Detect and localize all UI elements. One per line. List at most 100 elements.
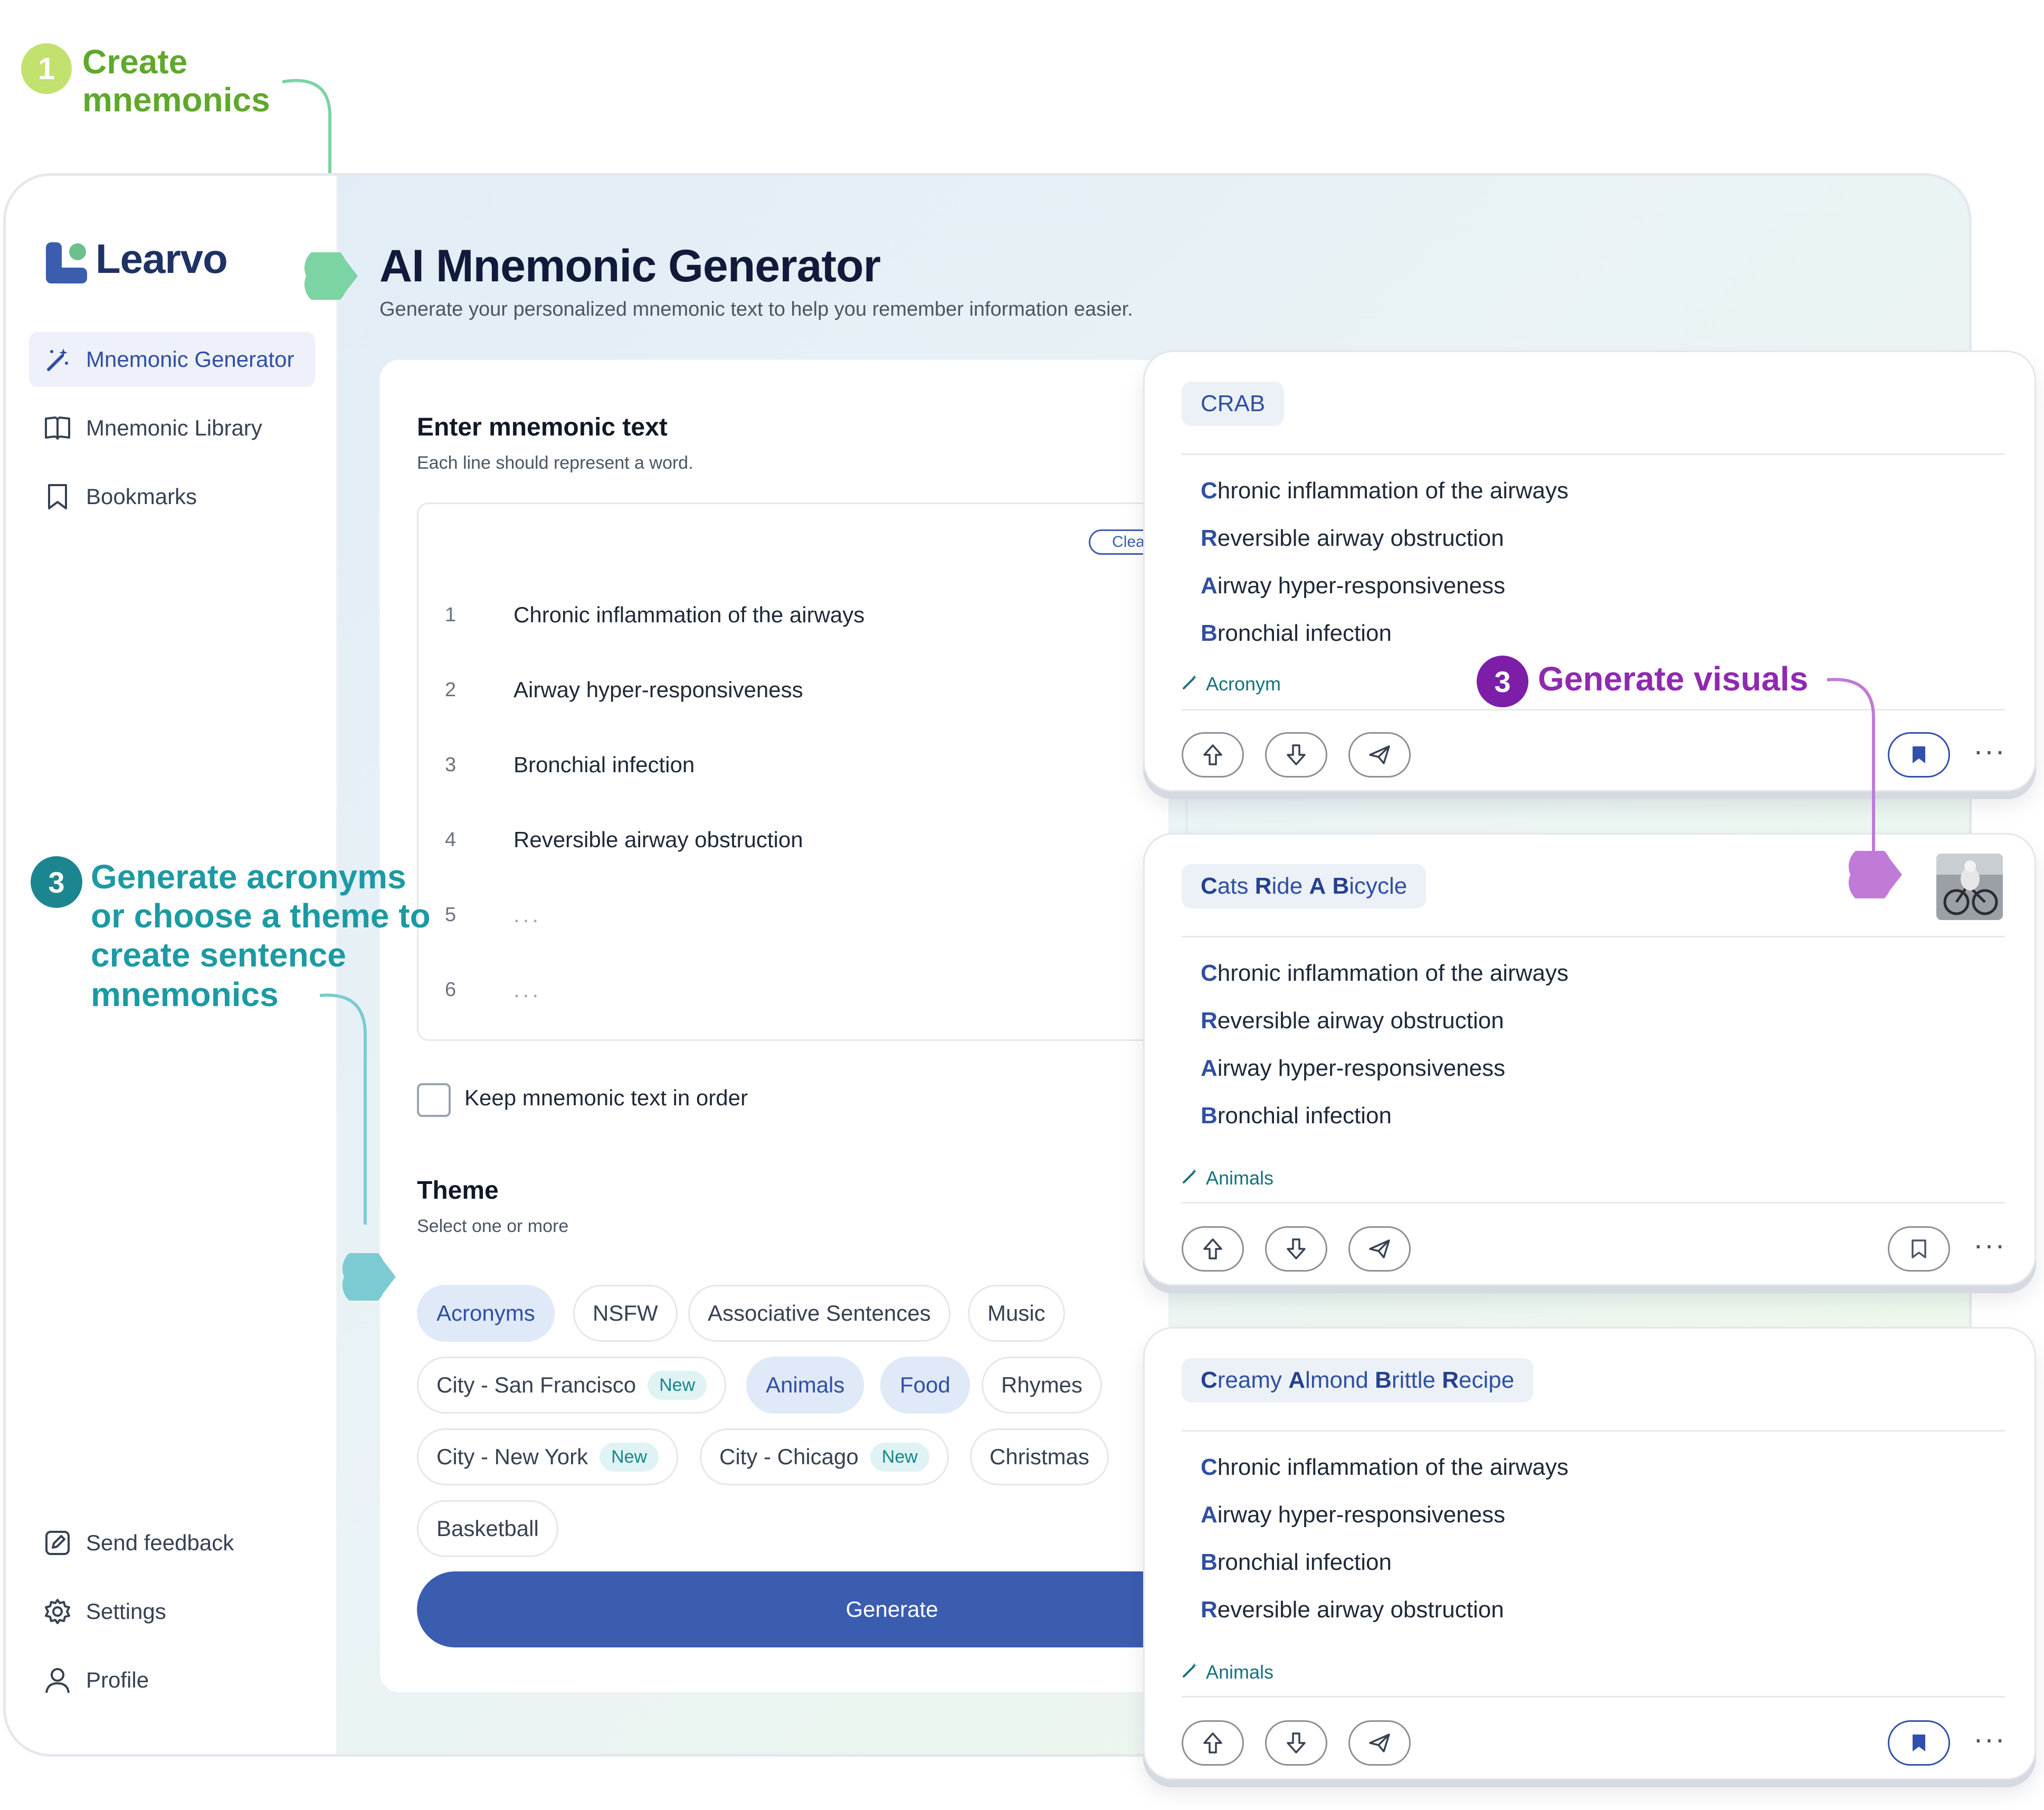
mnemonic-form-card: Enter mnemonic text Each line should rep…: [378, 358, 1367, 1694]
theme-chip-city-chicago[interactable]: City - Chicago New: [700, 1428, 949, 1485]
result-card-cats-ride-a-bicycle: Cats Ride A Bicycle Chronic inflammation…: [1143, 833, 2036, 1286]
share-button[interactable]: [1348, 732, 1411, 778]
send-icon: [1369, 1733, 1390, 1752]
bookmark-button[interactable]: [1888, 1226, 1950, 1272]
theme-chip-animals[interactable]: Animals: [746, 1357, 864, 1414]
page-subtitle: Generate your personalized mnemonic text…: [379, 298, 1133, 320]
result-card-crab: CRAB Chronic inflammation of the airways…: [1143, 350, 2036, 792]
downvote-button[interactable]: [1265, 732, 1327, 778]
arrow-down-icon: [1287, 744, 1306, 765]
theme-chip-acronyms[interactable]: Acronyms: [417, 1285, 555, 1342]
result-line: Airway hyper-responsiveness: [1201, 573, 1506, 599]
text-line[interactable]: 4 Reversible airway obstruction: [445, 824, 1131, 856]
visuals-connector-pin: [1848, 851, 1902, 898]
sidebar-item-mnemonic-library[interactable]: Mnemonic Library: [29, 401, 315, 456]
divider: [1182, 936, 2005, 937]
result-title: Creamy Almond Brittle Recipe: [1182, 1358, 1534, 1402]
more-options-icon[interactable]: ···: [1973, 1227, 2006, 1262]
gear-icon: [43, 1597, 72, 1626]
page-title: AI Mnemonic Generator: [379, 241, 881, 291]
sparkle-wand-icon: [1182, 1661, 1199, 1683]
result-line: Bronchial infection: [1201, 1549, 1392, 1575]
result-card-creamy-almond-brittle-recipe: Creamy Almond Brittle Recipe Chronic inf…: [1143, 1327, 2036, 1780]
arrow-down-icon: [1287, 1238, 1306, 1259]
result-line: Airway hyper-responsiveness: [1201, 1055, 1506, 1081]
theme-chip-basketball[interactable]: Basketball: [417, 1500, 558, 1557]
sidebar-item-mnemonic-generator[interactable]: Mnemonic Generator: [29, 332, 315, 387]
theme-chip-nsfw[interactable]: NSFW: [573, 1285, 678, 1342]
step-3-acronyms-badge: 3: [31, 856, 82, 908]
bookmark-icon: [1912, 1239, 1926, 1258]
bookmark-filled-icon: [1913, 1735, 1925, 1751]
result-line: Bronchial infection: [1201, 620, 1392, 646]
edit-icon: [43, 1528, 72, 1558]
share-button[interactable]: [1348, 1226, 1411, 1272]
sidebar-item-settings[interactable]: Settings: [29, 1585, 315, 1638]
sidebar-item-bookmarks[interactable]: Bookmarks: [29, 469, 315, 524]
sidebar-item-label: Settings: [86, 1599, 166, 1624]
upvote-button[interactable]: [1182, 1226, 1244, 1272]
divider: [1182, 1430, 2005, 1432]
theme-chip-christmas[interactable]: Christmas: [970, 1428, 1109, 1485]
share-button[interactable]: [1348, 1720, 1411, 1766]
new-badge: New: [648, 1370, 707, 1400]
magic-wand-icon: [43, 345, 72, 374]
upvote-button[interactable]: [1182, 1720, 1244, 1766]
downvote-button[interactable]: [1265, 1226, 1327, 1272]
theme-chip-city-san-francisco[interactable]: City - San Francisco New: [417, 1357, 727, 1414]
sparkle-wand-icon: [1182, 1167, 1199, 1189]
acronyms-connector-line: [319, 993, 367, 1225]
result-tag: Animals: [1182, 1661, 1273, 1683]
mnemonic-text-area[interactable]: Clear 1 Chronic inflammation of the airwa…: [417, 503, 1187, 1041]
sidebar-item-profile[interactable]: Profile: [29, 1654, 315, 1707]
create-connector-pin: [304, 252, 358, 300]
sidebar-item-send-feedback[interactable]: Send feedback: [29, 1517, 315, 1569]
more-options-icon[interactable]: ···: [1973, 733, 2006, 767]
divider: [1182, 1696, 2005, 1698]
upvote-button[interactable]: [1182, 732, 1244, 778]
theme-chip-rhymes[interactable]: Rhymes: [982, 1357, 1102, 1414]
result-line: Chronic inflammation of the airways: [1201, 1454, 1568, 1480]
result-line: Airway hyper-responsiveness: [1201, 1502, 1506, 1528]
result-tag: Animals: [1182, 1167, 1273, 1189]
learvo-logo-icon: [46, 242, 87, 283]
theme-chip-music[interactable]: Music: [968, 1285, 1065, 1342]
brand-name: Learvo: [96, 235, 228, 282]
text-line[interactable]: 1 Chronic inflammation of the airways: [445, 599, 1131, 631]
send-icon: [1369, 1239, 1390, 1258]
arrow-down-icon: [1287, 1732, 1306, 1754]
text-line[interactable]: 3 Bronchial infection: [445, 749, 1131, 781]
sidebar-item-label: Send feedback: [86, 1530, 234, 1555]
theme-section-title: Theme: [417, 1177, 499, 1205]
book-icon: [43, 413, 72, 443]
step-3-visuals-badge: 3: [1477, 656, 1528, 707]
theme-chip-food[interactable]: Food: [880, 1357, 970, 1414]
theme-chip-associative-sentences[interactable]: Associative Sentences: [688, 1285, 950, 1342]
step-1-badge: 1: [21, 43, 72, 94]
result-line: Reversible airway obstruction: [1201, 1008, 1504, 1034]
text-line[interactable]: 6...: [445, 974, 1131, 1006]
keep-order-label: Keep mnemonic text in order: [464, 1085, 748, 1110]
create-mnemonics-annotation: Create mnemonics: [82, 43, 270, 119]
sidebar-item-label: Mnemonic Library: [86, 415, 262, 440]
bookmark-button[interactable]: [1888, 1720, 1950, 1766]
user-icon: [43, 1665, 72, 1695]
bookmark-icon: [43, 482, 72, 511]
sparkle-wand-icon: [1182, 673, 1199, 695]
arrow-up-icon: [1203, 744, 1222, 765]
text-line[interactable]: 2 Airway hyper-responsiveness: [445, 674, 1131, 706]
arrow-up-icon: [1203, 1238, 1222, 1259]
sidebar-item-label: Mnemonic Generator: [86, 347, 294, 372]
theme-chip-city-new-york[interactable]: City - New York New: [417, 1428, 679, 1485]
generated-visual-thumbnail[interactable]: [1936, 854, 2003, 920]
text-line[interactable]: 5...: [445, 899, 1131, 931]
send-icon: [1369, 745, 1390, 764]
bookmark-filled-icon: [1913, 746, 1925, 763]
more-options-icon[interactable]: ···: [1973, 1721, 2006, 1756]
keep-order-checkbox[interactable]: [417, 1083, 451, 1117]
result-line: Reversible airway obstruction: [1201, 1597, 1504, 1623]
downvote-button[interactable]: [1265, 1720, 1327, 1766]
result-tag: Acronym: [1182, 673, 1281, 695]
result-line: Chronic inflammation of the airways: [1201, 960, 1568, 986]
result-line: Bronchial infection: [1201, 1103, 1392, 1129]
